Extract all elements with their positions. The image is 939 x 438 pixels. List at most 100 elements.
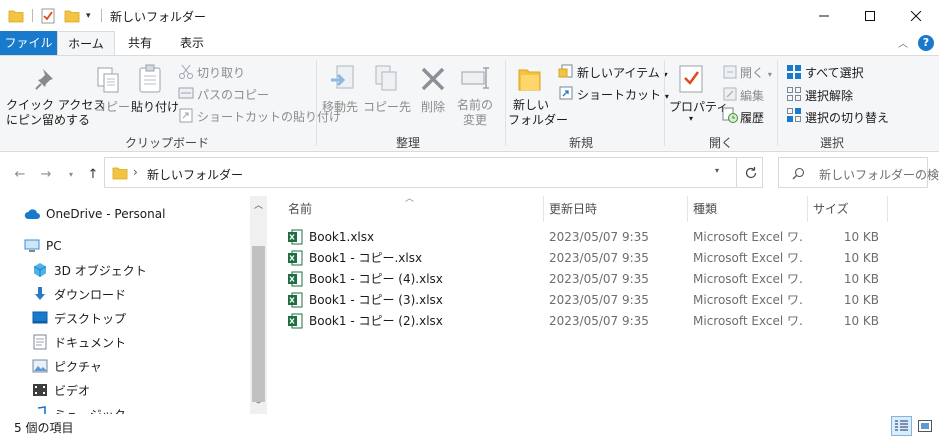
- new-item-button[interactable]: 新しいアイテム ▾: [577, 64, 668, 81]
- pin-quick-access-button[interactable]: クイック アクセス にピン留めする: [6, 98, 105, 128]
- file-date: 2023/05/07 9:35: [549, 230, 649, 244]
- videos-icon: [32, 382, 48, 398]
- search-box[interactable]: 新しいフォルダーの検...: [778, 157, 939, 188]
- copy-button[interactable]: コピー: [94, 98, 130, 115]
- paste-shortcut-button[interactable]: ショートカットの貼り付け: [197, 108, 341, 125]
- file-type: Microsoft Excel ワ...: [693, 314, 803, 328]
- cut-button[interactable]: 切り取り: [197, 64, 245, 81]
- tab-home[interactable]: ホーム: [57, 31, 115, 55]
- maximize-button[interactable]: [847, 0, 893, 31]
- nav-item-videos[interactable]: ビデオ: [32, 379, 90, 401]
- paste-button[interactable]: 貼り付け: [131, 98, 179, 115]
- forward-button[interactable]: →: [37, 165, 55, 183]
- new-folder-button[interactable]: 新しい フォルダー: [508, 98, 568, 128]
- edit-button[interactable]: 編集: [740, 87, 764, 104]
- back-button[interactable]: ←: [11, 165, 29, 183]
- refresh-icon: [745, 166, 756, 178]
- pc-icon: [24, 238, 40, 254]
- organize-group-label: 整理: [395, 136, 420, 150]
- column-header-date[interactable]: 更新日時: [549, 199, 597, 219]
- file-row[interactable]: Book1 - コピー.xlsx 2023/05/07 9:35 Microso…: [283, 248, 883, 269]
- copy-path-button[interactable]: パスのコピー: [197, 86, 269, 103]
- large-icons-view-button[interactable]: [914, 416, 935, 436]
- tab-view[interactable]: 表示: [172, 31, 212, 55]
- new-folder-icon: [518, 66, 542, 95]
- search-input[interactable]: 新しいフォルダーの検...: [819, 166, 939, 183]
- customize-quick-access-icon[interactable]: ▾: [86, 0, 91, 31]
- nav-item-desktop[interactable]: デスクトップ: [32, 307, 126, 329]
- nav-scrollbar-thumb[interactable]: [252, 246, 265, 402]
- address-dropdown-icon[interactable]: ▾: [715, 166, 719, 175]
- shortcut-icon: [558, 85, 574, 104]
- file-row[interactable]: Book1 - コピー (4).xlsx 2023/05/07 9:35 Mic…: [283, 269, 883, 290]
- file-date: 2023/05/07 9:35: [549, 293, 649, 307]
- delete-button[interactable]: 削除: [421, 98, 445, 115]
- close-button[interactable]: [893, 0, 939, 31]
- nav-item-3d-objects[interactable]: 3D オブジェクト: [32, 259, 147, 281]
- file-name: Book1 - コピー (4).xlsx: [309, 272, 443, 286]
- breadcrumb-separator[interactable]: ›: [133, 165, 138, 179]
- help-icon[interactable]: ?: [918, 35, 934, 51]
- select-none-icon: [786, 86, 802, 105]
- collapse-ribbon-icon[interactable]: ︿: [898, 35, 908, 50]
- properties-dropdown-icon[interactable]: ▾: [689, 114, 693, 123]
- up-button[interactable]: ↑: [84, 165, 102, 183]
- new-folder-quick-button[interactable]: [64, 0, 80, 31]
- scroll-up-icon[interactable]: ︿: [250, 198, 267, 212]
- rename-icon: [461, 66, 491, 93]
- delete-icon: [420, 66, 446, 95]
- shortcut-button[interactable]: ショートカット ▾: [577, 86, 669, 103]
- properties-icon: [678, 64, 704, 97]
- copy-path-icon: [178, 86, 194, 103]
- group-separator: [505, 60, 506, 146]
- file-row[interactable]: Book1.xlsx 2023/05/07 9:35 Microsoft Exc…: [283, 227, 883, 248]
- refresh-button[interactable]: [736, 157, 764, 188]
- invert-selection-button[interactable]: 選択の切り替え: [805, 109, 889, 126]
- file-date: 2023/05/07 9:35: [549, 251, 649, 265]
- open-button[interactable]: 開く ▾: [740, 64, 772, 81]
- excel-file-icon: [288, 292, 303, 308]
- desktop-icon: [32, 310, 48, 326]
- nav-item-pictures[interactable]: ピクチャ: [32, 355, 102, 377]
- nav-item-documents[interactable]: ドキュメント: [32, 331, 126, 353]
- column-header-size[interactable]: サイズ: [813, 199, 849, 219]
- nav-item-downloads[interactable]: ダウンロード: [32, 283, 126, 305]
- details-view-button[interactable]: [891, 416, 912, 436]
- column-divider[interactable]: [807, 196, 808, 222]
- nav-item-music-clip: ミュージック: [32, 403, 250, 414]
- column-divider[interactable]: [687, 196, 688, 222]
- tab-file[interactable]: ファイル: [0, 31, 57, 55]
- select-all-button[interactable]: すべて選択: [805, 64, 864, 81]
- onedrive-icon: [24, 206, 40, 222]
- recent-locations-icon[interactable]: ▾: [62, 165, 80, 183]
- select-all-icon: [786, 64, 802, 83]
- history-button[interactable]: 履歴: [740, 109, 764, 126]
- tab-share[interactable]: 共有: [120, 31, 160, 55]
- column-header-type[interactable]: 種類: [693, 199, 717, 219]
- copy-to-button[interactable]: コピー先: [363, 98, 411, 115]
- edit-icon: [722, 86, 738, 105]
- select-none-button[interactable]: 選択解除: [805, 87, 853, 104]
- move-to-button[interactable]: 移動先: [322, 98, 358, 115]
- file-row[interactable]: Book1 - コピー (2).xlsx 2023/05/07 9:35 Mic…: [283, 311, 883, 332]
- documents-icon: [32, 334, 48, 350]
- column-divider[interactable]: [887, 196, 888, 222]
- properties-quick-button[interactable]: [40, 0, 56, 31]
- file-row[interactable]: Book1 - コピー (3).xlsx 2023/05/07 9:35 Mic…: [283, 290, 883, 311]
- column-divider[interactable]: [543, 196, 544, 222]
- column-header-name[interactable]: 名前: [288, 199, 312, 219]
- address-bar[interactable]: › 新しいフォルダー ▾: [104, 157, 763, 188]
- rename-button[interactable]: 名前の 変更: [456, 98, 494, 128]
- excel-file-icon: [288, 313, 303, 329]
- file-size: 10 KB: [843, 272, 879, 286]
- nav-item-pc[interactable]: PC: [24, 235, 62, 257]
- navigation-pane: OneDrive - Personal PC 3D オブジェクト ダウンロード …: [0, 194, 268, 414]
- file-size: 10 KB: [843, 314, 879, 328]
- nav-item-music[interactable]: ミュージック: [32, 403, 126, 414]
- minimize-button[interactable]: [801, 0, 847, 31]
- properties-button[interactable]: プロパティ: [669, 98, 728, 115]
- nav-item-onedrive[interactable]: OneDrive - Personal: [24, 203, 165, 225]
- open-icon: [722, 64, 738, 83]
- breadcrumb-current-folder[interactable]: 新しいフォルダー: [147, 166, 243, 183]
- file-name: Book1 - コピー (2).xlsx: [309, 314, 443, 328]
